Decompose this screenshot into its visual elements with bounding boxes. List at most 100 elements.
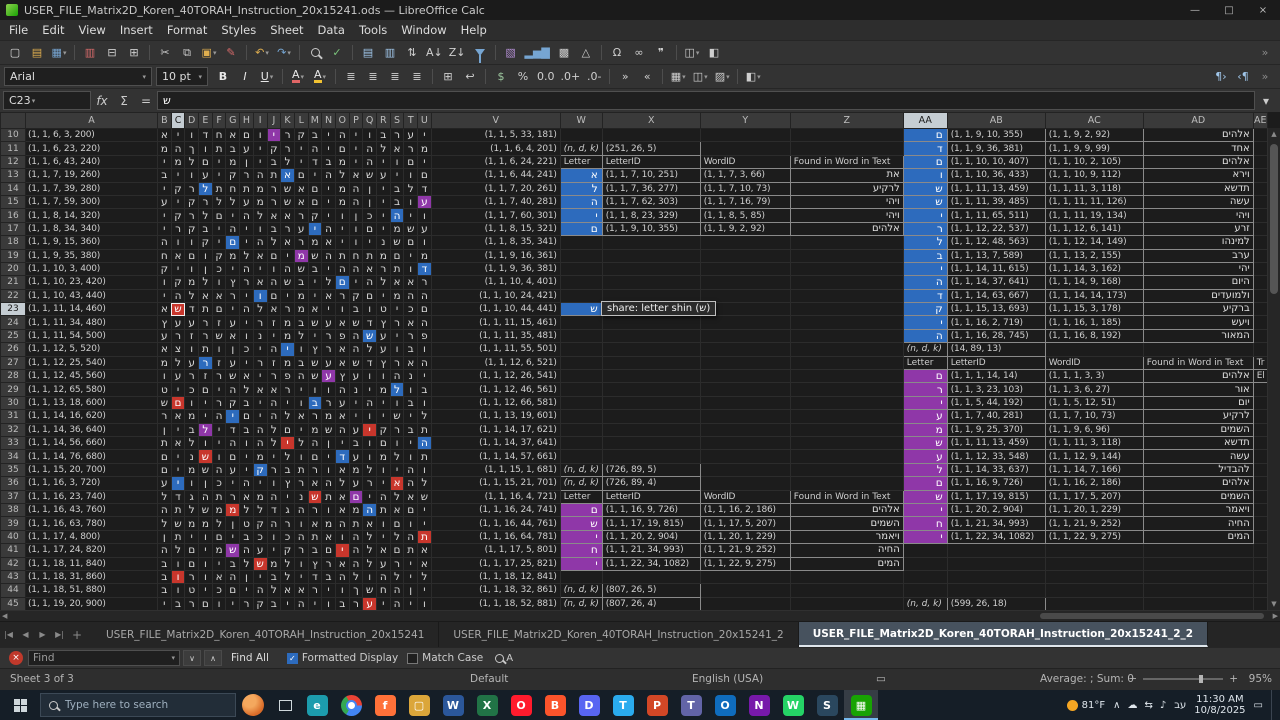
cell-L28[interactable]: ה	[293, 369, 309, 384]
autofilter-button[interactable]	[470, 43, 490, 63]
cell-U33[interactable]: ה	[417, 435, 432, 451]
cell-X10[interactable]	[601, 127, 701, 143]
cell-E32[interactable]: ל	[198, 422, 213, 437]
cell-W12[interactable]: Letter	[559, 154, 603, 170]
cell-U11[interactable]: מ	[417, 141, 432, 156]
cell-F27[interactable]: ז	[211, 355, 227, 371]
cell-G36[interactable]: י	[225, 476, 241, 491]
cell-B19[interactable]: ח	[157, 248, 172, 263]
cell-J34[interactable]: י	[266, 449, 282, 464]
cell-Z24[interactable]	[789, 315, 904, 330]
cell-AD24[interactable]: ויעש	[1142, 315, 1254, 330]
column-header-S[interactable]: S	[389, 112, 405, 129]
cell-Z28[interactable]	[789, 369, 904, 384]
cell-AE24[interactable]	[1252, 315, 1268, 330]
cell-O20[interactable]: ה	[334, 261, 350, 277]
cell-R40[interactable]: י	[376, 529, 391, 545]
steam-taskbar-button[interactable]: S	[810, 690, 844, 720]
cell-R26[interactable]: ע	[376, 342, 391, 357]
cell-U40[interactable]: ת	[417, 529, 432, 545]
cell-G13[interactable]: ק	[225, 168, 241, 183]
left-to-right-button[interactable]: ¶›	[1211, 67, 1231, 87]
column-header-V[interactable]: V	[430, 112, 561, 129]
cell-X12[interactable]: LetterID	[601, 154, 701, 170]
cell-J36[interactable]: ו	[266, 476, 282, 491]
find-input[interactable]: Find ▾	[28, 650, 180, 666]
cell-N31[interactable]: מ	[321, 409, 336, 424]
row-header-45[interactable]: 45	[0, 596, 26, 610]
cell-N33[interactable]: ן	[321, 435, 336, 451]
cell-V32[interactable]: (1, 1, 14, 17, 621)	[430, 422, 561, 437]
cell-H43[interactable]: ן	[239, 569, 254, 585]
cell-D45[interactable]: ר	[184, 596, 200, 610]
sheet-tab-3[interactable]: USER_FILE_Matrix2D_Koren_40TORAH_Instruc…	[798, 622, 1209, 647]
cell-AE32[interactable]	[1252, 422, 1268, 437]
cell-Y38[interactable]: (1, 1, 16, 2, 186)	[699, 502, 791, 518]
sheet-tab-1[interactable]: USER_FILE_Matrix2D_Koren_40TORAH_Instruc…	[92, 622, 440, 647]
cell-P21[interactable]: י	[348, 275, 364, 290]
cell-V21[interactable]: (1, 1, 10, 4, 401)	[430, 275, 561, 290]
cell-Q41[interactable]: ל	[362, 543, 377, 558]
cell-D26[interactable]: ו	[184, 342, 200, 357]
menu-tools[interactable]: Tools	[352, 21, 394, 39]
cell-F36[interactable]: כ	[211, 476, 227, 491]
row-header-12[interactable]: 12	[0, 154, 26, 170]
cell-AE43[interactable]	[1252, 569, 1268, 585]
cell-W34[interactable]	[559, 449, 603, 464]
cell-I39[interactable]: ק	[252, 516, 268, 531]
cell-V19[interactable]: (1, 1, 9, 16, 361)	[430, 248, 561, 263]
first-sheet-icon[interactable]: |◀	[0, 630, 17, 639]
cell-A17[interactable]: (1, 1, 8, 34, 340)	[25, 221, 158, 237]
cell-P10[interactable]: י	[348, 127, 364, 143]
cell-M19[interactable]: ש	[307, 248, 323, 263]
cell-AD39[interactable]: החיה	[1142, 516, 1254, 531]
cell-Z34[interactable]	[789, 449, 904, 464]
cell-AC30[interactable]: (1, 1, 5, 12, 51)	[1044, 395, 1144, 411]
weather-widget[interactable]: 81°F	[1066, 699, 1105, 711]
cell-N19[interactable]: ה	[321, 248, 336, 263]
cell-A12[interactable]: (1, 1, 6, 43, 240)	[25, 154, 158, 170]
cell-C41[interactable]: ל	[170, 543, 186, 558]
cell-Q39[interactable]: א	[362, 516, 377, 531]
file-explorer-taskbar-button[interactable]: ▢	[402, 690, 436, 720]
cell-A36[interactable]: (1, 1, 16, 3, 720)	[25, 476, 158, 491]
cell-AA23[interactable]: ק	[902, 302, 948, 317]
close-button[interactable]: ×	[1246, 0, 1280, 20]
cell-T36[interactable]: ה	[403, 476, 419, 491]
cell-E43[interactable]: ו	[198, 569, 213, 585]
cell-O21[interactable]: ם	[334, 275, 350, 290]
cell-M10[interactable]: ב	[307, 127, 323, 143]
show-draw-functions-button[interactable]: △	[576, 43, 596, 63]
cell-AC44[interactable]	[1044, 583, 1144, 598]
cell-K36[interactable]: ץ	[280, 476, 295, 491]
cell-P13[interactable]: א	[348, 168, 364, 183]
menu-file[interactable]: File	[2, 21, 35, 39]
cell-S43[interactable]: ל	[389, 569, 405, 585]
cell-A32[interactable]: (1, 1, 14, 36, 640)	[25, 422, 158, 437]
task-view-button[interactable]	[270, 690, 300, 720]
cell-T41[interactable]: ת	[403, 543, 419, 558]
cell-U31[interactable]: ל	[417, 409, 432, 424]
cell-B31[interactable]: ר	[157, 409, 172, 424]
cell-T12[interactable]: ם	[403, 154, 419, 170]
cell-P34[interactable]: ע	[348, 449, 364, 464]
cell-M15[interactable]: ם	[307, 194, 323, 210]
cell-J25[interactable]: י	[266, 328, 282, 344]
cell-H18[interactable]: י	[239, 235, 254, 250]
cell-K37[interactable]: י	[280, 489, 295, 504]
horizontal-scrollbar[interactable]: ◀ ▶	[0, 610, 1280, 621]
cell-R34[interactable]: מ	[376, 449, 391, 464]
cell-AD45[interactable]	[1142, 596, 1254, 610]
cell-T25[interactable]: ר	[403, 328, 419, 344]
cell-X37[interactable]: LetterID	[601, 489, 701, 504]
cell-O22[interactable]: ר	[334, 288, 350, 304]
cell-G39[interactable]: ן	[225, 516, 241, 531]
cell-J43[interactable]: ב	[266, 569, 282, 585]
scroll-down-arrow[interactable]: ▼	[1268, 598, 1280, 610]
cell-W30[interactable]	[559, 395, 603, 411]
cell-AD43[interactable]	[1142, 569, 1254, 585]
cell-A40[interactable]: (1, 1, 17, 4, 800)	[25, 529, 158, 545]
cell-O33[interactable]: י	[334, 435, 350, 451]
cell-N28[interactable]: ע	[321, 369, 336, 384]
column-header-U[interactable]: U	[417, 112, 432, 129]
